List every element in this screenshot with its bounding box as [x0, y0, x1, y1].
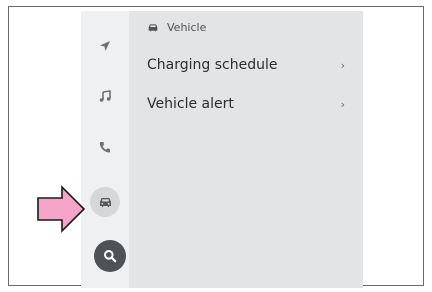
vehicle-panel: Vehicle Charging schedule › Vehicle aler… [129, 11, 363, 288]
menu-item-label: Charging schedule [147, 57, 278, 73]
pointer-arrow-icon [37, 185, 86, 233]
navigation-icon [100, 41, 110, 51]
panel-title: Vehicle [167, 21, 207, 34]
side-rail [81, 11, 129, 288]
search-icon [104, 250, 117, 263]
panel-header: Vehicle [147, 21, 206, 34]
menu-item-vehicle-alert[interactable]: Vehicle alert › [147, 92, 347, 116]
music-icon [99, 90, 111, 102]
rail-item-navigation[interactable] [90, 31, 120, 61]
chevron-right-icon: › [340, 58, 345, 72]
phone-icon [99, 142, 110, 153]
rail-item-vehicle[interactable] [90, 187, 120, 217]
menu-item-label: Vehicle alert [147, 96, 234, 112]
rail-item-music[interactable] [90, 81, 120, 111]
car-icon [99, 198, 111, 207]
chevron-right-icon: › [340, 97, 345, 111]
menu-item-charging-schedule[interactable]: Charging schedule › [147, 53, 347, 77]
search-button[interactable] [94, 240, 126, 272]
vehicle-screen: Vehicle Charging schedule › Vehicle aler… [81, 11, 363, 288]
car-icon [148, 24, 158, 32]
rail-item-phone[interactable] [90, 132, 120, 162]
